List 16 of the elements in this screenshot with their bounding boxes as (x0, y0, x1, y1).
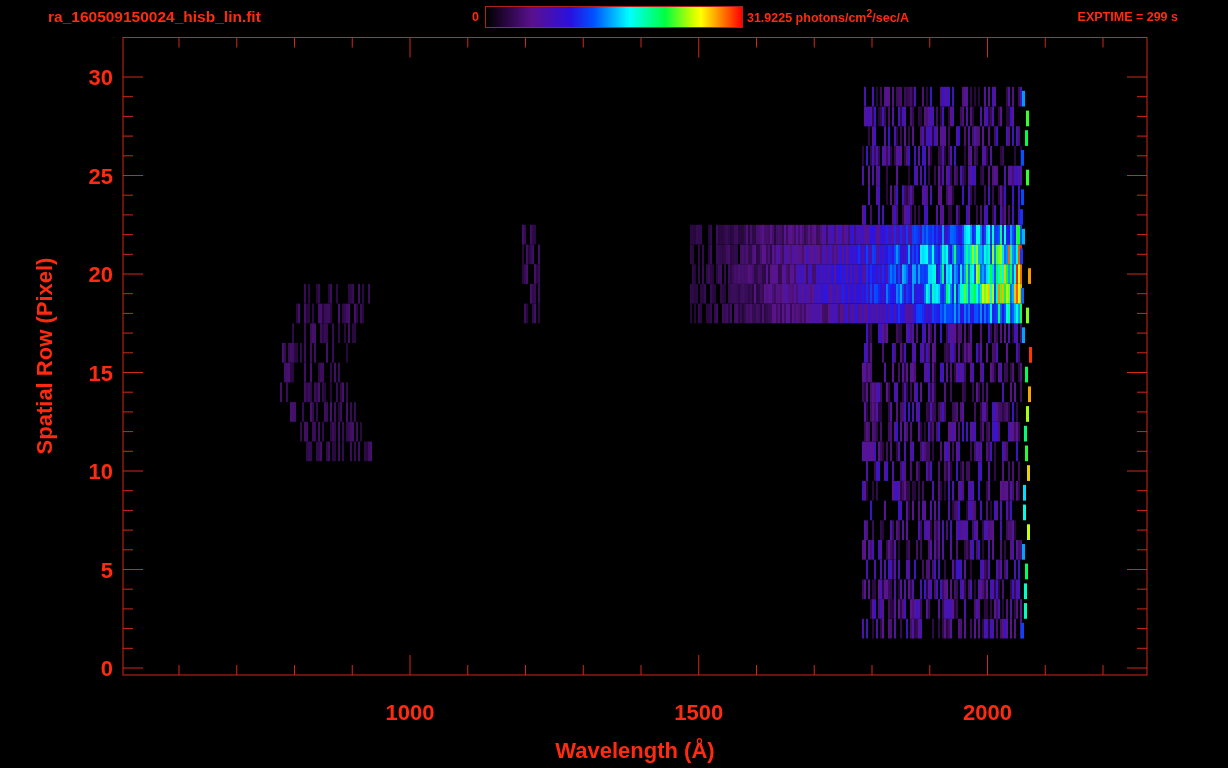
x-tick-label: 2000 (963, 700, 1012, 725)
y-tick-label: 5 (100, 557, 113, 583)
y-tick-label: 0 (100, 656, 113, 681)
x-axis-label: Wavelength (Å) (555, 738, 715, 763)
y-tick-label: 10 (88, 459, 113, 484)
y-tick-label: 25 (88, 163, 113, 189)
x-tick-label: 1500 (674, 700, 724, 725)
y-axis-label: Spatial Row (Pixel) (32, 257, 57, 455)
colorbar-max-label: 31.9225 photons/cm$^{2}$/sec/A (746, 7, 910, 26)
file-title: ra_160509150024_hisb_lin.fit (48, 7, 262, 26)
exposure-time: EXPTIME = 299 s (1077, 9, 1178, 24)
y-tick-label: 15 (88, 360, 113, 386)
x-tick-label: 1000 (385, 700, 435, 725)
y-tick-label: 20 (88, 262, 113, 287)
colorbar-min-label: 0 (472, 9, 479, 24)
y-tick-label: 30 (88, 65, 113, 90)
